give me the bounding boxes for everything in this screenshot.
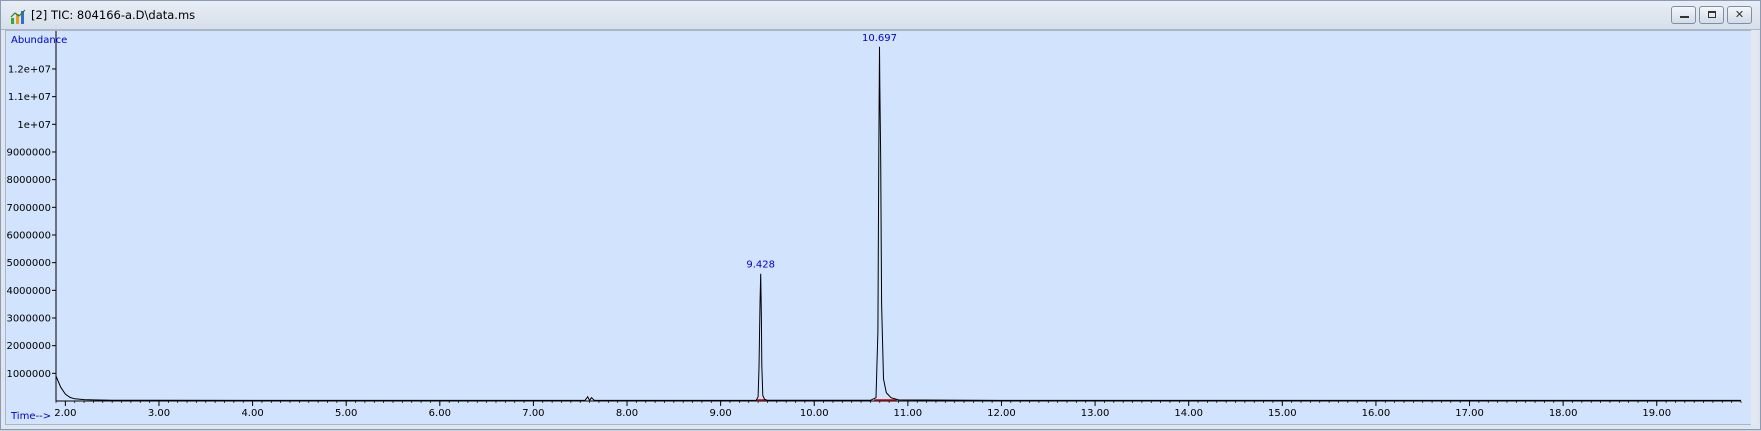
- y-tick-label: 8000000: [6, 175, 51, 186]
- y-tick-label: 2000000: [6, 341, 51, 352]
- x-tick-label: 15.00: [1268, 408, 1297, 419]
- y-tick-label: 1.1e+07: [8, 92, 51, 103]
- axes: [55, 31, 1741, 402]
- y-tick-label: 4000000: [6, 286, 51, 297]
- y-tick-label: 5000000: [6, 258, 51, 269]
- chromatogram-window: [2] TIC: 804166-a.D\data.ms ✕ 2.00 3.00 4.…: [0, 0, 1761, 430]
- y-tick-label: 6000000: [6, 230, 51, 241]
- x-tick-label: 3.00: [148, 408, 170, 419]
- y-tick-label: 1000000: [6, 369, 51, 380]
- labels: Abundance Time--> 9.428 10.697: [10, 33, 897, 422]
- x-tick-label: 18.00: [1549, 408, 1578, 419]
- y-tick-label: 3000000: [6, 313, 51, 324]
- x-tick-label: 17.00: [1455, 408, 1484, 419]
- x-tick-label: 14.00: [1174, 408, 1203, 419]
- tic-chromatogram-chart[interactable]: 2.00 3.00 4.00 5.00 6.00 7.00 8.00 9.00 10.00 11.…: [1, 1, 1761, 431]
- y-tick-label: 7000000: [6, 203, 51, 214]
- y-tick-label: 9000000: [6, 147, 51, 158]
- y-axis-title: Abundance: [11, 35, 67, 46]
- peak-label: 10.697: [862, 33, 897, 44]
- x-tick-label: 11.00: [894, 408, 923, 419]
- trace-group: [55, 46, 1741, 402]
- x-tick-label: 4.00: [241, 408, 263, 419]
- x-tick-label: 16.00: [1362, 408, 1391, 419]
- x-tick-label: 19.00: [1642, 408, 1671, 419]
- peak-label: 9.428: [746, 260, 775, 271]
- tic-trace-line: [55, 46, 1741, 402]
- x-tick-label: 9.00: [710, 408, 732, 419]
- y-tick-label: 1.2e+07: [8, 64, 51, 75]
- x-tick-label: 5.00: [335, 408, 357, 419]
- x-tick-label: 8.00: [616, 408, 638, 419]
- x-tick-label: 2.00: [54, 408, 76, 419]
- x-tick-label: 12.00: [987, 408, 1016, 419]
- x-tick-label: 7.00: [522, 408, 544, 419]
- x-axis-title: Time-->: [10, 411, 51, 422]
- x-tick-label: 10.00: [800, 408, 829, 419]
- x-tick-label: 6.00: [429, 408, 451, 419]
- ticks: 2.00 3.00 4.00 5.00 6.00 7.00 8.00 9.00 10.00 11.…: [6, 64, 1742, 419]
- x-tick-label: 13.00: [1081, 408, 1110, 419]
- y-tick-label: 1e+07: [17, 120, 51, 131]
